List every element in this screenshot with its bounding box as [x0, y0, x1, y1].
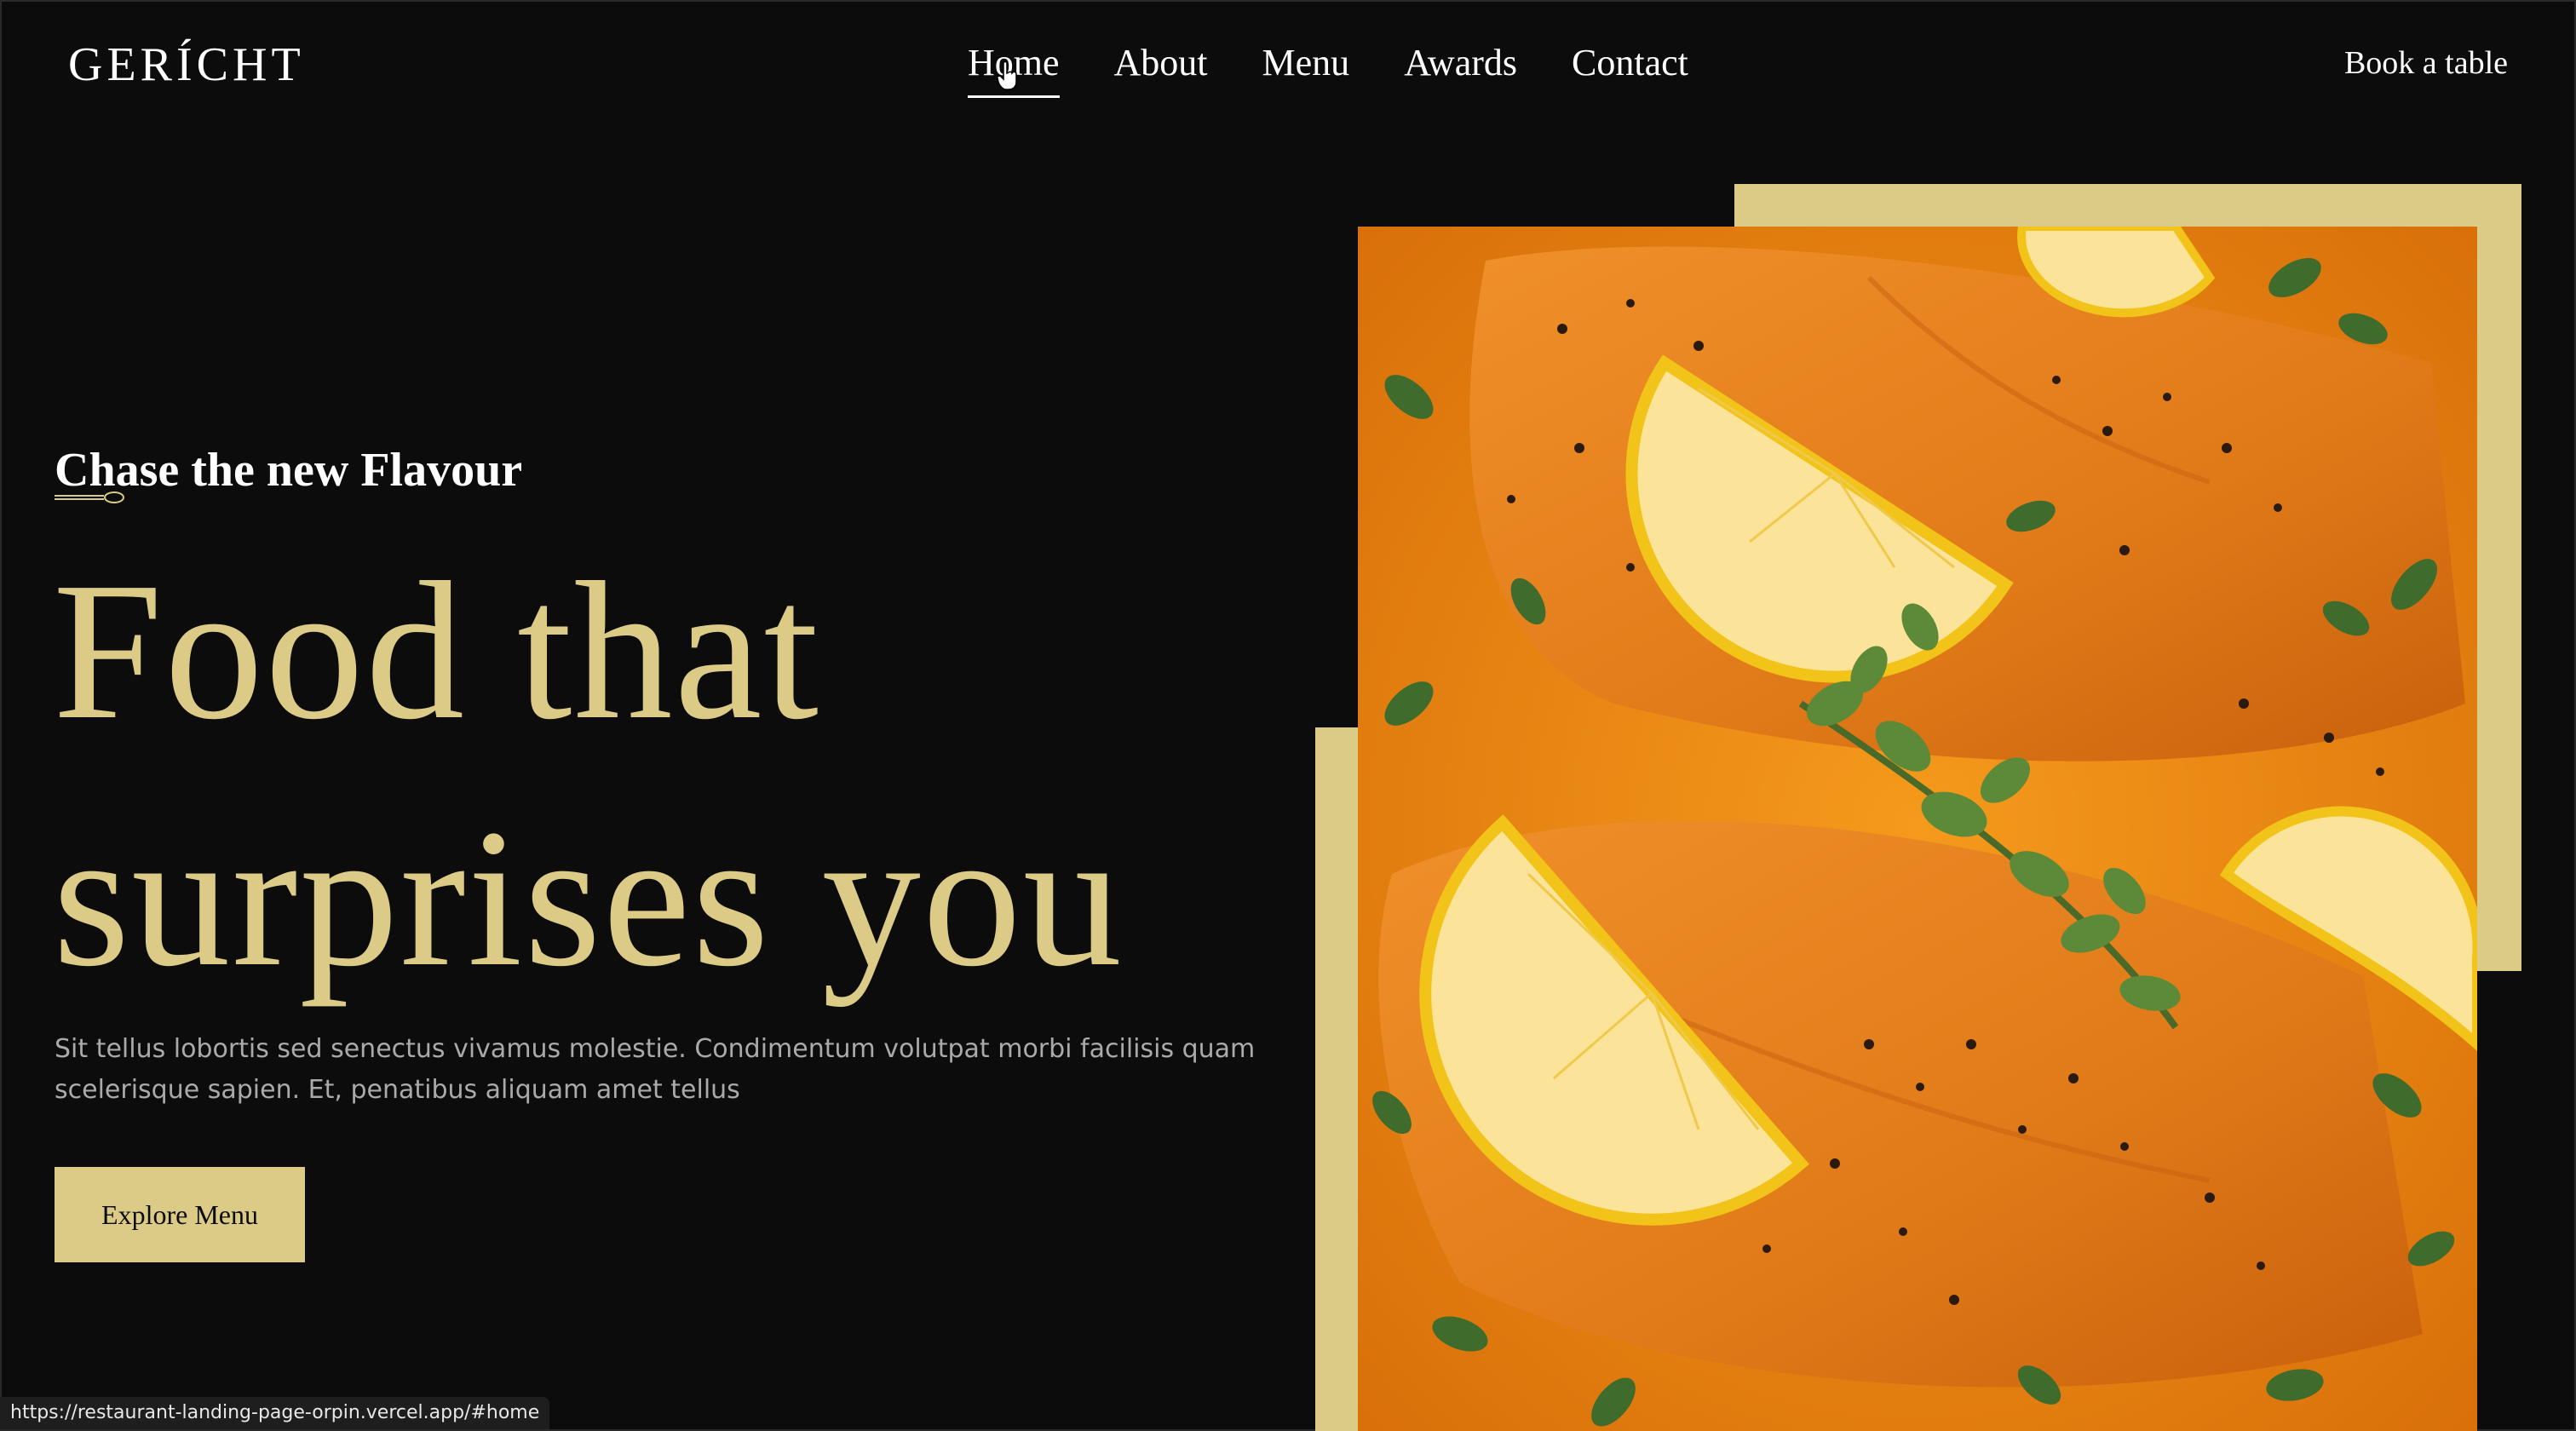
book-table-link[interactable]: Book a table	[2344, 44, 2508, 82]
spoon-icon	[55, 491, 124, 503]
nav-item-awards[interactable]: Awards	[1404, 41, 1517, 91]
hero-food-image	[1358, 227, 2477, 1431]
nav-item-menu[interactable]: Menu	[1262, 41, 1350, 91]
hero-headline: Food that surprises you	[53, 528, 1245, 1022]
explore-menu-button[interactable]: Explore Menu	[55, 1167, 305, 1262]
hero-subtitle: Chase the new Flavour	[55, 444, 523, 497]
status-bar-url: https://restaurant-landing-page-orpin.ve…	[0, 1397, 550, 1429]
salmon-dish-illustration	[1358, 227, 2477, 1431]
headline-line-1: Food that	[53, 542, 820, 761]
headline-line-2: surprises you	[53, 789, 1124, 1008]
hero-description: Sit tellus lobortis sed senectus vivamus…	[55, 1034, 1256, 1105]
nav-item-about[interactable]: About	[1114, 41, 1208, 91]
nav-item-contact[interactable]: Contact	[1572, 41, 1688, 91]
main-nav: Home About Menu Awards Contact	[968, 41, 1688, 98]
hand-pointer-icon	[997, 61, 1017, 90]
brand-logo[interactable]: GERÍCHT	[68, 37, 305, 92]
